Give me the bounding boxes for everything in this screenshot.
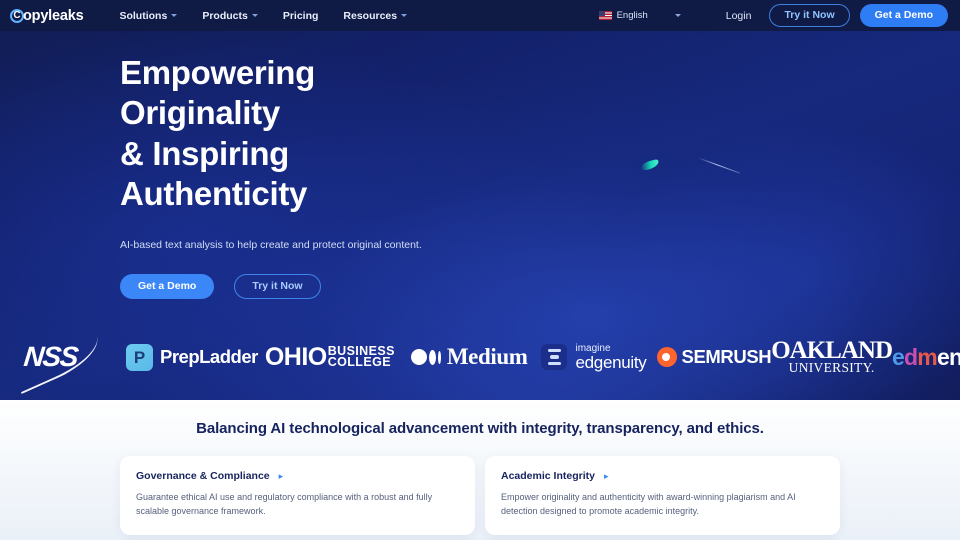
chevron-down-icon [251,14,258,17]
login-link[interactable]: Login [726,10,752,22]
card-academic-integrity[interactable]: Academic Integrity ▸ Empower originality… [485,456,840,535]
nav-item-resources-label: Resources [343,9,398,22]
logo-imagine-edgenuity: imagine edgenuity [541,342,647,372]
hero-cta-group: Get a Demo Try it Now [120,274,960,299]
logo-semrush: SEMRUSH [656,346,772,368]
hero-title: Empowering Originality & Inspiring Authe… [120,53,960,214]
edgenuity-mark-icon [541,344,568,370]
nav-item-resources[interactable]: Resources [343,9,408,22]
logo-nss: NSS [8,334,104,380]
client-logo-strip: NSS P PrepLadder OHIO BUSINESS COLLEGE M… [0,330,960,384]
card-academic-integrity-title: Academic Integrity [501,470,595,482]
logo-medium-text: Medium [446,344,528,369]
logo-medium: Medium [410,344,528,370]
language-selector-label: English [616,10,648,21]
us-flag-icon [598,11,612,20]
chevron-down-icon [674,14,681,17]
navbar: C opyleaks Solutions Products Pricing Re… [0,0,960,31]
section-heading: Balancing AI technological advancement w… [196,420,764,437]
language-selector[interactable]: English [598,10,681,21]
hero-title-line-4: Authenticity [120,174,308,212]
hero-content: Empowering Originality & Inspiring Authe… [0,31,960,299]
logo-edmentum-letter-4: e [936,343,950,370]
logo-edgenuity-text: edgenuity [575,352,647,372]
logo-prepladder: P PrepLadder [126,343,258,371]
logo-prepladder-text: PrepLadder [160,346,258,367]
get-a-demo-button-nav[interactable]: Get a Demo [859,4,948,27]
hero-section: C opyleaks Solutions Products Pricing Re… [0,0,960,400]
logo-ohio-main: OHIO [264,342,327,371]
logo-oakland-line2: UNIVERSITY. [788,360,875,376]
copyleaks-logo-icon: C [10,8,24,23]
logo-semrush-text: SEMRUSH [681,346,772,367]
copyleaks-logo-text: opyleaks [23,7,84,24]
logo-edmentum-letter-2: d [904,343,918,370]
get-a-demo-button-hero[interactable]: Get a Demo [120,274,215,299]
logo-nss-text: NSS [22,341,79,372]
logo-edmentum: edmentum [892,344,960,371]
hero-title-line-3: & Inspiring [120,134,290,172]
logo-oakland-line1: OAKLAND [771,336,893,364]
chevron-down-icon [171,14,178,17]
nav-item-solutions[interactable]: Solutions [119,9,178,22]
logo-edmentum-letter-3: m [917,343,937,370]
logo-ohio-business-college: OHIO BUSINESS COLLEGE [265,343,395,372]
try-it-now-button-nav[interactable]: Try it Now [769,4,850,27]
card-academic-integrity-body: Empower originality and authenticity wit… [501,492,796,516]
value-props-section: Balancing AI technological advancement w… [0,400,960,540]
navbar-right: English Login Try it Now Get a Demo [598,4,948,27]
logo-oakland-university: OAKLAND UNIVERSITY. [771,336,893,376]
nav-item-pricing[interactable]: Pricing [283,10,319,22]
hero-subtitle: AI-based text analysis to help create an… [120,239,422,251]
arrow-right-icon: ▸ [603,470,609,481]
chevron-down-icon [401,14,408,17]
hero-title-line-2: Originality [120,94,280,132]
nav-item-solutions-label: Solutions [119,9,168,22]
nav-item-products-label: Products [202,9,248,22]
nav-item-products[interactable]: Products [202,10,258,22]
medium-mark-icon [410,349,441,365]
nav-item-pricing-label: Pricing [282,9,319,22]
logo-edmentum-letter-5: n [948,343,960,370]
logo-ohio-line2: COLLEGE [327,355,391,369]
copyleaks-logo[interactable]: C opyleaks [10,7,84,24]
value-prop-cards: Governance & Compliance ▸ Guarantee ethi… [0,456,960,535]
try-it-now-button-hero[interactable]: Try it Now [234,274,321,299]
prepladder-mark-letter: P [133,347,146,367]
logo-edmentum-letter-1: e [892,343,905,370]
logo-imagine-text: imagine [575,342,611,354]
arrow-right-icon: ▸ [278,470,284,481]
prepladder-mark-icon: P [126,343,153,371]
nav-links: Solutions Products Pricing Resources [119,9,408,22]
card-governance-compliance-title: Governance & Compliance [136,470,270,482]
card-governance-compliance[interactable]: Governance & Compliance ▸ Guarantee ethi… [120,456,475,535]
semrush-mark-icon [656,347,677,367]
hero-title-line-1: Empowering [120,54,316,91]
card-governance-compliance-body: Guarantee ethical AI use and regulatory … [136,492,433,516]
